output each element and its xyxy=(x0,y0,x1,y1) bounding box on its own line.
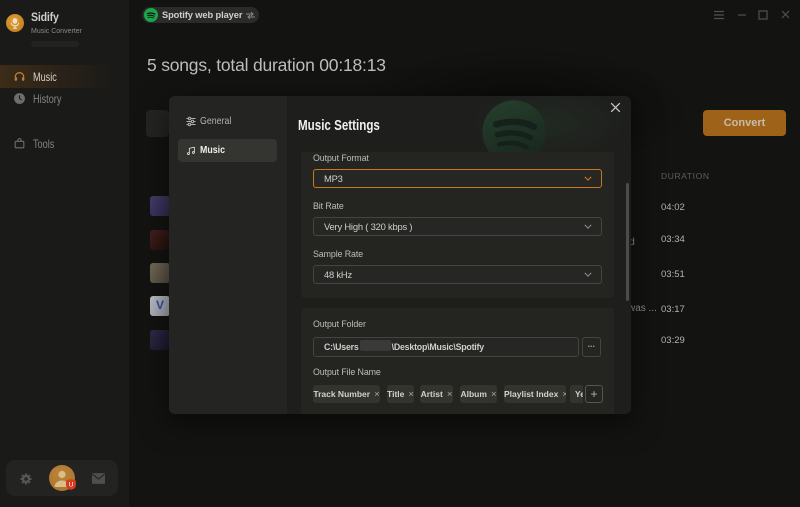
svg-text:U: U xyxy=(69,482,74,489)
